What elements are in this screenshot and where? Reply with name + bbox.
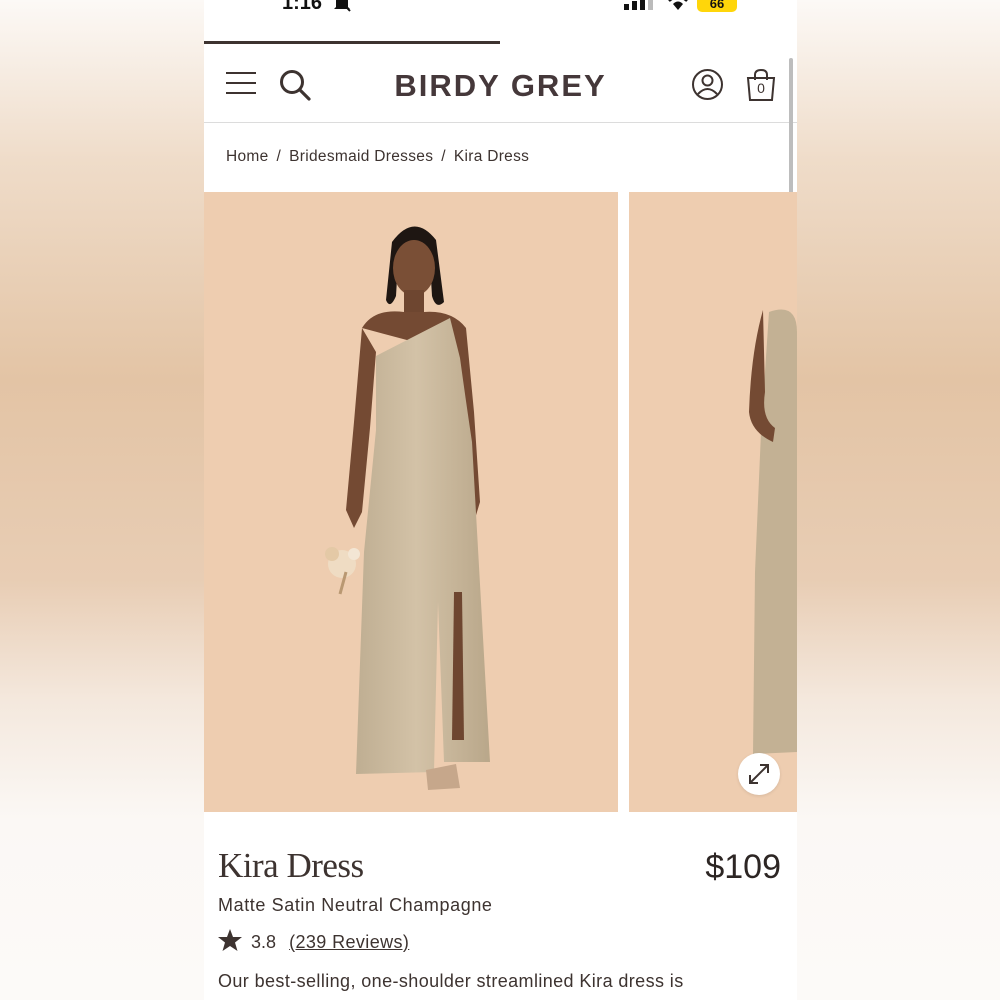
breadcrumb-current[interactable]: Kira Dress — [454, 148, 529, 165]
star-icon — [218, 929, 242, 951]
product-image-side[interactable] — [629, 192, 797, 812]
product-title: Kira Dress — [218, 846, 364, 885]
bell-slash-icon — [334, 0, 351, 12]
product-price: $109 — [705, 848, 781, 886]
scrollbar[interactable] — [789, 58, 793, 196]
account-icon[interactable] — [691, 68, 724, 101]
site-header: BIRDY GREY 0 — [204, 44, 797, 123]
battery-icon: 66 — [697, 0, 737, 12]
background-blur-left — [0, 0, 204, 1000]
expand-image-button[interactable] — [738, 753, 780, 795]
product-rating: 3.8 (239 Reviews) — [218, 929, 409, 953]
background-blur-right — [797, 0, 1000, 1000]
product-image-front[interactable] — [204, 192, 618, 812]
shopping-bag-icon[interactable]: 0 — [745, 68, 777, 102]
breadcrumb-separator: / — [276, 148, 282, 165]
breadcrumb: Home / Bridesmaid Dresses / Kira Dress — [226, 148, 529, 166]
bag-count: 0 — [757, 80, 765, 96]
model-illustration — [325, 226, 490, 790]
product-color-name: Matte Satin Neutral Champagne — [218, 895, 493, 915]
status-bar: 1:16 66 — [204, 0, 797, 40]
breadcrumb-bridesmaid-dresses[interactable]: Bridesmaid Dresses — [289, 148, 433, 165]
wifi-icon — [668, 0, 688, 10]
phone-screen: 1:16 66 BIRDY GREY 0 Home / Bridesmaid D… — [204, 0, 797, 1000]
breadcrumb-separator: / — [441, 148, 446, 165]
rating-value: 3.8 — [251, 932, 277, 952]
expand-icon — [749, 764, 769, 784]
reviews-link[interactable]: (239 Reviews) — [289, 932, 409, 952]
status-time: 1:16 — [282, 0, 323, 14]
breadcrumb-home[interactable]: Home — [226, 148, 269, 165]
cellular-signal-icon — [624, 0, 653, 10]
model-side-illustration — [749, 309, 797, 754]
product-description: Our best-selling, one-shoulder streamlin… — [218, 971, 684, 991]
